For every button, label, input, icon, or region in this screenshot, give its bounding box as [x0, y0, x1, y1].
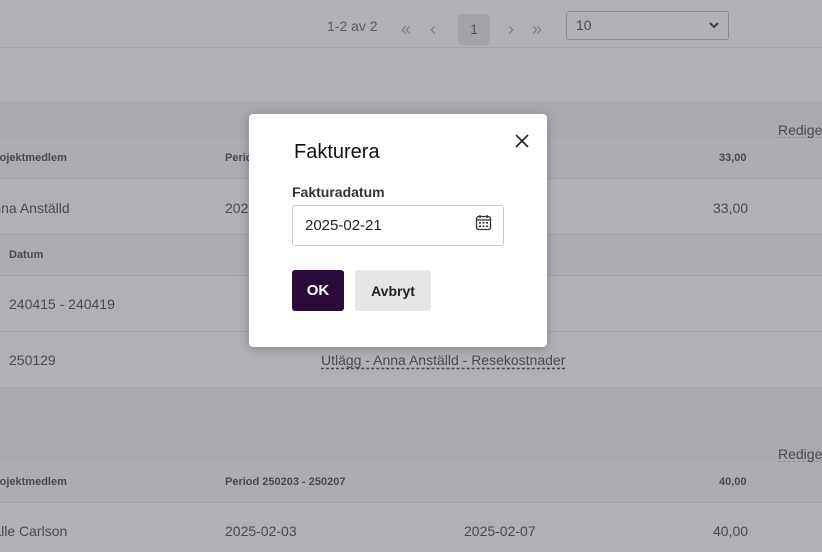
- dialog-title: Fakturera: [294, 141, 380, 163]
- invoice-date-label: Fakturadatum: [292, 184, 385, 200]
- cancel-button[interactable]: Avbryt: [355, 270, 431, 311]
- invoice-dialog: Fakturera Fakturadatum OK Avbryt: [249, 114, 547, 347]
- ok-button[interactable]: OK: [292, 270, 344, 311]
- calendar-icon[interactable]: [475, 214, 492, 231]
- invoice-date-input[interactable]: [292, 205, 504, 246]
- close-icon[interactable]: [513, 132, 531, 150]
